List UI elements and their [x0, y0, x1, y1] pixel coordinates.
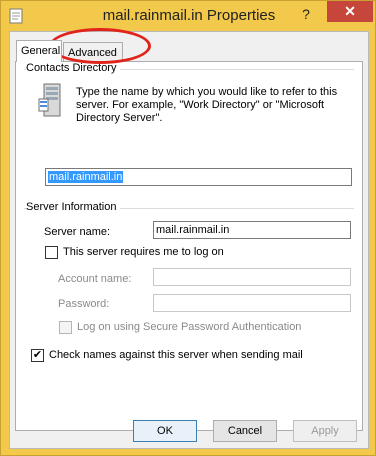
password-label: Password:	[58, 298, 110, 310]
requires-logon-checkbox[interactable]	[45, 246, 58, 259]
account-name-field[interactable]	[153, 268, 351, 286]
tab-general[interactable]: General	[16, 40, 62, 62]
checkmark-icon: ✔	[32, 349, 43, 361]
server-name-field[interactable]: mail.rainmail.in	[153, 221, 351, 239]
server-name-value: mail.rainmail.in	[156, 224, 230, 236]
address-book-server-icon	[38, 83, 61, 117]
spa-checkbox[interactable]	[59, 321, 72, 334]
close-button[interactable]: ✕	[327, 1, 373, 22]
directory-name-field[interactable]: mail.rainmail.in	[45, 168, 352, 186]
password-field[interactable]	[153, 294, 351, 312]
title-bar[interactable]: mail.rainmail.in Properties ? ✕	[1, 1, 376, 31]
server-name-label: Server name:	[44, 226, 111, 238]
dialog-client-area: General Advanced Contacts Directory Type…	[9, 31, 369, 449]
cancel-button[interactable]: Cancel	[213, 420, 277, 442]
check-names-checkbox[interactable]: ✔	[31, 349, 44, 362]
contacts-directory-heading: Contacts Directory	[26, 62, 121, 74]
check-names-label: Check names against this server when sen…	[49, 349, 303, 361]
directory-name-selected-text: mail.rainmail.in	[48, 171, 124, 183]
account-name-label: Account name:	[58, 273, 132, 285]
help-button[interactable]: ?	[291, 4, 321, 24]
properties-dialog: mail.rainmail.in Properties ? ✕ General …	[0, 0, 376, 456]
server-information-heading: Server Information	[26, 201, 121, 213]
contacts-directory-description: Type the name by which you would like to…	[76, 86, 338, 124]
requires-logon-label: This server requires me to log on	[63, 246, 224, 258]
ok-button[interactable]: OK	[133, 420, 197, 442]
apply-button[interactable]: Apply	[293, 420, 357, 442]
general-tab-panel: Contacts Directory Type the name by whic…	[15, 61, 363, 431]
tab-advanced[interactable]: Advanced	[63, 42, 123, 62]
spa-label: Log on using Secure Password Authenticat…	[77, 321, 302, 333]
